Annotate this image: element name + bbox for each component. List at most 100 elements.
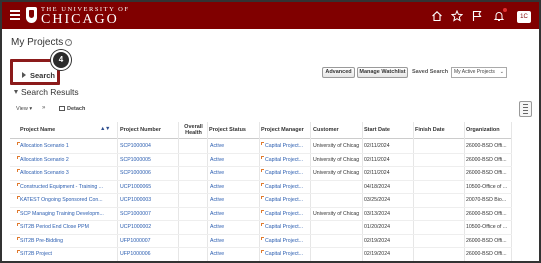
cell-finish xyxy=(415,221,463,235)
cell-health xyxy=(182,208,206,222)
col-organization[interactable]: Organization xyxy=(466,120,512,139)
saved-search-select[interactable]: My Active Projects ⌄ xyxy=(451,67,507,78)
cell-number[interactable]: UCP1000065 xyxy=(120,181,176,195)
cell-manager[interactable]: Capital Project... xyxy=(265,235,310,249)
cell-customer xyxy=(313,235,361,249)
col-project-number[interactable]: Project Number xyxy=(120,120,180,139)
cell-customer: University of Chicag xyxy=(313,170,360,176)
cell-customer: University of Chicag xyxy=(313,143,360,149)
cell-name[interactable]: Allocation Scenario 3 xyxy=(20,167,115,181)
cell-name[interactable]: SCP Managing Training Developm... xyxy=(20,208,115,222)
cell-status[interactable]: Active xyxy=(210,167,256,181)
cell-org: 26000-BSD Offi... xyxy=(466,156,507,163)
col-project-status[interactable]: Project Status xyxy=(209,120,259,139)
user-avatar[interactable]: 1C xyxy=(517,11,531,23)
col-project-name[interactable]: Project Name xyxy=(20,120,100,139)
sort-icon[interactable]: ▲▼ xyxy=(100,126,110,132)
cell-org: 26000-BSD Offi... xyxy=(466,170,507,176)
cell-finish xyxy=(415,194,463,208)
cell-start: 03/13/2024 xyxy=(364,210,390,217)
cell-manager[interactable]: Capital Project... xyxy=(265,221,310,235)
col-start-date[interactable]: Start Date xyxy=(364,120,414,139)
saved-search-value: My Active Projects xyxy=(454,69,495,75)
search-disclosure-toggle[interactable]: Search xyxy=(22,71,55,80)
table-row[interactable]: SIT2B Project UFP1000006 Active Capital Pro… xyxy=(10,248,512,261)
table-row[interactable]: Allocation Scenario 2 SCP1000005 Active Cap… xyxy=(10,154,512,168)
col-overall-health[interactable]: Overall Health xyxy=(180,120,207,139)
cell-status[interactable]: Active xyxy=(210,221,256,235)
cell-number[interactable]: SCP1000007 xyxy=(120,208,176,222)
cell-name[interactable]: SIT2B Project xyxy=(20,248,115,261)
cell-name[interactable]: SIT2B Pre-Bidding xyxy=(20,235,115,249)
cell-status[interactable]: Active xyxy=(210,208,256,222)
cell-customer: University of Chicag xyxy=(313,210,360,217)
cell-number[interactable]: SCP1000005 xyxy=(120,154,176,168)
cell-health xyxy=(182,140,206,154)
cell-name[interactable]: Allocation Scenario 2 xyxy=(20,154,115,168)
table-header: Project Name ▲▼ Project Number Overall H… xyxy=(10,120,512,139)
manager-flag-icon xyxy=(261,236,264,240)
menu-icon[interactable] xyxy=(10,10,20,20)
cell-name[interactable]: Allocation Scenario 1 xyxy=(20,140,115,154)
table-row[interactable]: Allocation Scenario 1 SCP1000004 Active Cap… xyxy=(10,140,512,154)
cell-status[interactable]: Active xyxy=(210,235,256,249)
cell-manager[interactable]: Capital Project... xyxy=(265,140,310,154)
cell-health xyxy=(182,181,206,195)
cell-manager[interactable]: Capital Project... xyxy=(265,248,310,261)
cell-status[interactable]: Active xyxy=(210,248,256,261)
cell-status[interactable]: Active xyxy=(210,181,256,195)
advanced-button[interactable]: Advanced xyxy=(322,67,355,78)
cell-manager[interactable]: Capital Project... xyxy=(265,194,310,208)
cell-finish xyxy=(415,181,463,195)
cell-name[interactable]: Constructed Equipment - Training ... xyxy=(20,181,115,195)
col-project-manager[interactable]: Project Manager xyxy=(261,120,305,139)
cell-number[interactable]: UCP1000002 xyxy=(120,221,176,235)
table-row[interactable]: SIT2B Period End Close PPM UCP1000002 Acti… xyxy=(10,221,512,235)
cell-manager[interactable]: Capital Project... xyxy=(265,181,310,195)
cell-org: 26000-BSD Offi... xyxy=(466,237,507,244)
cell-name[interactable]: SIT2B Period End Close PPM xyxy=(20,221,115,235)
cell-name[interactable]: KATEST Ongoing Sponsored Con... xyxy=(20,194,115,208)
results-table: Project Name ▲▼ Project Number Overall H… xyxy=(10,120,512,261)
table-row[interactable]: KATEST Ongoing Sponsored Con... UCP100000… xyxy=(10,194,512,208)
app-frame: THE UNIVERSITY OF CHICAGO 1C My Projects… xyxy=(0,0,541,263)
cell-number[interactable]: SCP1000006 xyxy=(120,167,176,181)
logo-line2: CHICAGO xyxy=(41,12,119,27)
table-row[interactable]: Allocation Scenario 3 SCP1000006 Active Cap… xyxy=(10,167,512,181)
expand-triangle-icon xyxy=(22,72,26,78)
manage-watchlist-button[interactable]: Manage Watchlist xyxy=(357,67,408,78)
table-row[interactable]: SCP Managing Training Developm... SCP1000… xyxy=(10,208,512,222)
table-row[interactable]: SIT2B Pre-Bidding UFP1000007 Active Capital… xyxy=(10,235,512,249)
search-results-heading[interactable]: Search Results xyxy=(14,87,79,97)
notifications-bell-icon[interactable] xyxy=(493,7,508,22)
cell-status[interactable]: Active xyxy=(210,194,256,208)
help-icon[interactable]: ? xyxy=(65,39,72,46)
search-toggle-label: Search xyxy=(30,71,56,80)
table-row[interactable]: Constructed Equipment - Training ... UCP1… xyxy=(10,181,512,195)
cell-number[interactable]: UFP1000007 xyxy=(120,235,176,249)
star-icon[interactable] xyxy=(450,9,464,22)
manager-flag-icon xyxy=(261,209,264,213)
cell-number[interactable]: UFP1000006 xyxy=(120,248,176,261)
home-icon[interactable] xyxy=(431,10,443,22)
step-number-badge: 4 xyxy=(51,50,71,70)
col-finish-date[interactable]: Finish Date xyxy=(415,120,465,139)
cell-org: 26000-BSD Offi... xyxy=(466,143,507,149)
freeze-icon[interactable]: » xyxy=(42,105,45,111)
cell-org: 10500-Office of ... xyxy=(466,224,508,230)
page-title: My Projects xyxy=(11,37,64,48)
cell-status[interactable]: Active xyxy=(210,140,256,154)
cell-health xyxy=(182,221,206,235)
cell-status[interactable]: Active xyxy=(210,154,256,168)
flag-icon[interactable] xyxy=(471,10,483,22)
view-menu[interactable]: View ▾ xyxy=(16,106,32,112)
cell-manager[interactable]: Capital Project... xyxy=(265,208,310,222)
cell-number[interactable]: SCP1000004 xyxy=(120,140,176,154)
cell-number[interactable]: UCP1000003 xyxy=(120,194,176,208)
cell-manager[interactable]: Capital Project... xyxy=(265,167,310,181)
manager-flag-icon xyxy=(261,182,264,186)
list-panel-icon[interactable] xyxy=(519,101,532,117)
detach-button[interactable]: Detach xyxy=(59,106,85,112)
cell-manager[interactable]: Capital Project... xyxy=(265,154,310,168)
col-customer[interactable]: Customer xyxy=(313,120,363,139)
